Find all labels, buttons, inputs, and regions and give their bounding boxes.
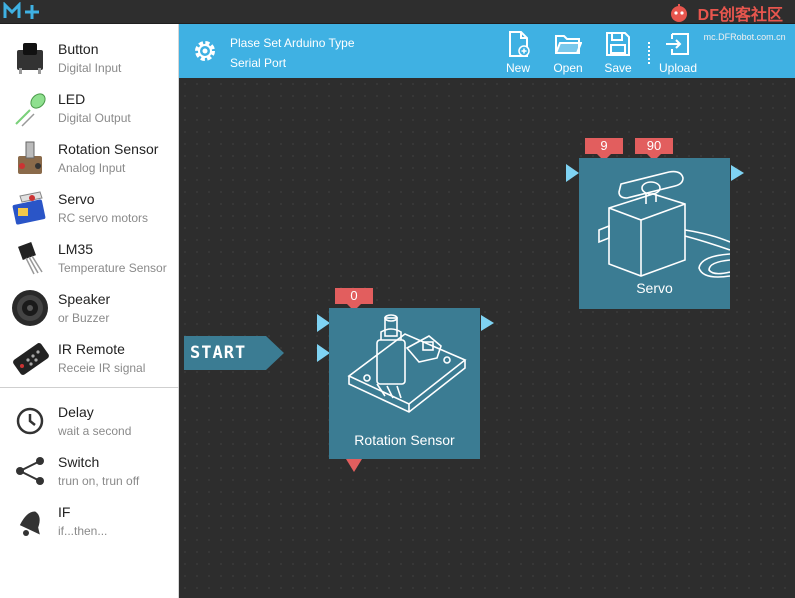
sidebar-item-desc: trun on, trun off bbox=[58, 474, 140, 488]
sidebar-item-rotation-sensor[interactable]: Rotation Sensor Analog Input bbox=[0, 132, 179, 182]
servo-block[interactable]: Servo bbox=[579, 158, 730, 309]
serial-port-label[interactable]: Serial Port bbox=[230, 56, 286, 70]
sidebar-item-label: Button bbox=[58, 41, 99, 57]
brand-name: DF创客社区 bbox=[697, 7, 783, 24]
upload-button-label: Upload bbox=[658, 61, 698, 75]
sidebar-item-desc: Analog Input bbox=[58, 161, 126, 175]
rotation-sensor-icon bbox=[18, 141, 42, 174]
sidebar-item-desc: Digital Input bbox=[58, 61, 122, 75]
sidebar-item-speaker[interactable]: Speaker or Buzzer bbox=[0, 282, 179, 332]
sidebar-item-lm35[interactable]: LM35 Temperature Sensor bbox=[0, 232, 179, 282]
output-port[interactable] bbox=[481, 315, 494, 331]
servo-illustration bbox=[598, 170, 730, 278]
sidebar-item-switch[interactable]: Switch trun on, trun off bbox=[0, 445, 179, 495]
toolbar: Plase Set Arduino Type Serial Port New O… bbox=[179, 24, 795, 78]
app-logo bbox=[3, 2, 39, 19]
lm35-icon bbox=[18, 242, 43, 275]
sidebar-divider bbox=[0, 387, 179, 388]
brand-url: mc.DFRobot.com.cn bbox=[703, 32, 786, 42]
brand-logo: DF创客社区 mc.DFRobot.com.cn bbox=[664, 2, 786, 42]
speaker-icon bbox=[12, 290, 48, 326]
open-button[interactable]: Open bbox=[550, 30, 586, 76]
sidebar-item-servo[interactable]: Servo RC servo motors bbox=[0, 182, 179, 232]
clock-icon bbox=[16, 407, 44, 435]
rotation-sensor-block[interactable]: Rotation Sensor bbox=[329, 308, 480, 459]
sidebar-item-desc: or Buzzer bbox=[58, 311, 110, 325]
ir-remote-icon bbox=[13, 343, 49, 375]
component-sidebar: Button Digital Input LED Digital Output … bbox=[0, 24, 179, 598]
share-icon bbox=[16, 457, 44, 485]
servo-pin-param[interactable]: 9 bbox=[585, 138, 623, 154]
rotation-param-pin[interactable]: 0 bbox=[335, 288, 373, 304]
sidebar-item-desc: if...then... bbox=[58, 524, 108, 538]
brand-icon bbox=[670, 4, 687, 22]
bottom-port[interactable] bbox=[346, 459, 362, 472]
bell-icon bbox=[19, 511, 40, 536]
button-icon bbox=[17, 43, 43, 74]
toolbar-separator bbox=[648, 42, 650, 64]
sidebar-item-led[interactable]: LED Digital Output bbox=[0, 82, 179, 132]
servo-output-port[interactable] bbox=[731, 165, 744, 181]
folder-icon bbox=[555, 35, 582, 54]
save-button-label: Save bbox=[604, 61, 632, 75]
sidebar-item-label: IR Remote bbox=[58, 341, 125, 357]
led-icon bbox=[15, 93, 46, 127]
sidebar-item-label: Switch bbox=[58, 454, 100, 470]
sidebar-item-button[interactable]: Button Digital Input bbox=[0, 32, 179, 82]
sidebar-item-desc: Digital Output bbox=[58, 111, 131, 125]
sidebar-item-desc: Temperature Sensor bbox=[58, 261, 167, 275]
sidebar-item-label: IF bbox=[58, 504, 71, 520]
new-button[interactable]: New bbox=[501, 30, 535, 76]
sidebar-item-desc: Receie IR signal bbox=[58, 361, 146, 375]
upload-icon bbox=[666, 33, 689, 55]
servo-input-port[interactable] bbox=[566, 164, 579, 182]
sidebar-item-delay[interactable]: Delay wait a second bbox=[0, 395, 179, 445]
servo-icon bbox=[12, 191, 46, 225]
servo-angle-param[interactable]: 90 bbox=[635, 138, 673, 154]
rotation-sensor-block-label: Rotation Sensor bbox=[354, 432, 455, 448]
open-button-label: Open bbox=[553, 61, 583, 75]
board-type-label[interactable]: Plase Set Arduino Type bbox=[230, 36, 355, 50]
sidebar-item-desc: wait a second bbox=[58, 424, 132, 438]
new-file-icon bbox=[509, 31, 530, 57]
save-icon bbox=[606, 32, 630, 56]
save-button[interactable]: Save bbox=[601, 30, 635, 76]
sidebar-item-ir-remote[interactable]: IR Remote Receie IR signal bbox=[0, 332, 179, 382]
servo-block-label: Servo bbox=[636, 280, 673, 296]
sidebar-item-label: Delay bbox=[58, 404, 94, 420]
sidebar-item-label: LM35 bbox=[58, 241, 94, 257]
sidebar-item-desc: RC servo motors bbox=[58, 211, 149, 225]
new-button-label: New bbox=[505, 61, 530, 75]
sidebar-item-label: LED bbox=[58, 91, 86, 107]
upload-button[interactable]: Upload bbox=[655, 30, 701, 76]
sidebar-item-label: Servo bbox=[58, 191, 95, 207]
sidebar-item-label: Speaker bbox=[58, 291, 111, 307]
sidebar-item-if[interactable]: IF if...then... bbox=[0, 495, 179, 545]
sidebar-item-label: Rotation Sensor bbox=[58, 141, 159, 157]
rotation-sensor-illustration bbox=[347, 314, 467, 413]
start-label: START bbox=[190, 343, 247, 363]
gear-icon[interactable] bbox=[191, 37, 219, 65]
